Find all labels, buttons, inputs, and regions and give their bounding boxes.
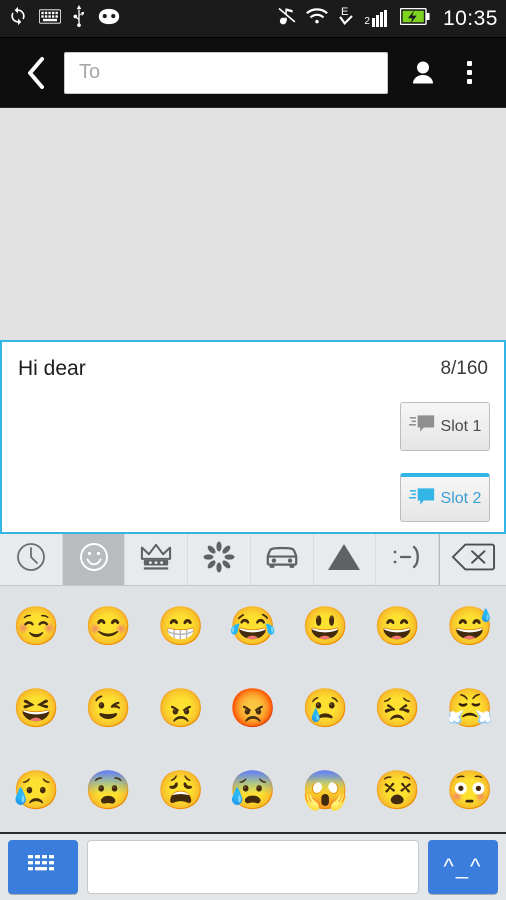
emoji-glyph: 😆 xyxy=(12,688,60,730)
status-bar-right-icons: E 2 10:35 xyxy=(277,5,498,32)
emoji-glyph: 😱 xyxy=(301,770,349,812)
emoji-key-blush[interactable]: 😊 xyxy=(72,586,144,668)
space-key[interactable] xyxy=(87,840,419,894)
emoji-glyph: 😡 xyxy=(229,688,277,730)
emoji-tab-emoticons[interactable] xyxy=(376,534,440,585)
emoji-tab-symbols[interactable] xyxy=(314,534,377,585)
action-bar: To xyxy=(0,38,506,108)
emoji-tab-nature[interactable] xyxy=(188,534,251,585)
wifi-icon xyxy=(305,7,329,30)
emoji-key-disappointed-relieved[interactable]: 😥 xyxy=(0,750,72,832)
usb-icon xyxy=(72,5,86,32)
emoji-key-scream[interactable]: 😱 xyxy=(289,750,361,832)
overflow-menu-icon xyxy=(466,61,472,84)
battery-charging-icon xyxy=(399,7,430,30)
emoji-glyph: 😨 xyxy=(84,770,133,812)
keyboard-bottom-bar: ^_^ xyxy=(0,832,506,900)
emoji-category-bar xyxy=(0,534,506,586)
emoji-key-dizzy-face[interactable]: 😵 xyxy=(361,750,433,832)
emoji-glyph: 😰 xyxy=(229,770,277,812)
emoji-glyph: 😅 xyxy=(446,606,494,648)
emoji-key-joy[interactable]: 😂 xyxy=(217,586,289,668)
back-button[interactable] xyxy=(14,51,58,95)
emoji-key-rage[interactable]: 😡 xyxy=(217,668,289,750)
status-bar-left-icons xyxy=(8,5,121,32)
sync-icon xyxy=(8,6,28,31)
backspace-key[interactable] xyxy=(440,534,506,585)
emoji-tab-recent[interactable] xyxy=(0,534,63,585)
edge-network-icon: E xyxy=(338,5,355,32)
contacts-button[interactable] xyxy=(400,50,446,96)
compose-area[interactable]: Hi dear 8/160 Slot 1 Slot 2 xyxy=(0,340,506,534)
switch-to-keyboard-button[interactable] xyxy=(8,840,78,894)
emoji-key-wink[interactable]: 😉 xyxy=(72,668,144,750)
backspace-icon xyxy=(451,542,496,577)
crown-icon xyxy=(139,542,173,577)
emoji-tab-smileys[interactable] xyxy=(62,534,126,585)
emoji-tab-travel[interactable] xyxy=(251,534,314,585)
emoji-glyph: 😵 xyxy=(373,770,422,812)
emoji-glyph: 😥 xyxy=(12,770,60,812)
emoji-key-cold-sweat[interactable]: 😰 xyxy=(217,750,289,832)
sim2-bubble-icon xyxy=(408,487,435,512)
emoji-key-relaxed[interactable]: ☺️ xyxy=(0,586,72,668)
emoji-key-smiley[interactable]: 😃 xyxy=(289,586,361,668)
status-bar: E 2 10:35 xyxy=(0,0,506,38)
emoji-key-sweat-smile[interactable]: 😅 xyxy=(434,586,506,668)
emoji-glyph: 😂 xyxy=(229,606,277,648)
emoji-key-triumph[interactable]: 😤 xyxy=(434,668,506,750)
sim1-bubble-icon xyxy=(408,414,435,439)
emoji-glyph: ☺️ xyxy=(12,606,60,648)
emoji-glyph: 😤 xyxy=(446,688,494,730)
emoji-key-smile[interactable]: 😄 xyxy=(361,586,433,668)
send-slot-1-label: Slot 1 xyxy=(440,417,482,435)
phone-screen: E 2 10:35 To Hi dear 8/160 Slot 1 Slot 2… xyxy=(0,0,506,900)
keyboard-icon xyxy=(39,8,61,29)
send-slot-2-label: Slot 2 xyxy=(440,490,482,507)
signal-sim-label: 2 xyxy=(364,16,370,27)
message-input[interactable]: Hi dear xyxy=(18,356,488,382)
recipient-input[interactable]: To xyxy=(64,51,388,94)
emoji-key-fearful[interactable]: 😨 xyxy=(72,750,144,832)
flower-icon xyxy=(203,541,235,578)
emoticon-icon xyxy=(390,542,424,577)
android-face-icon xyxy=(97,8,121,30)
kaomoji-button[interactable]: ^_^ xyxy=(428,840,498,894)
signal-bars-icon: 2 xyxy=(364,10,391,27)
emoji-glyph: 😁 xyxy=(157,606,205,648)
emoji-key-weary[interactable]: 😩 xyxy=(145,750,217,832)
emoji-glyph: 😣 xyxy=(373,688,422,730)
emoji-key-grin[interactable]: 😁 xyxy=(145,586,217,668)
emoji-key-laughing[interactable]: 😆 xyxy=(0,668,72,750)
overflow-menu-button[interactable] xyxy=(446,50,492,96)
emoji-key-cry[interactable]: 😢 xyxy=(289,668,361,750)
emoji-glyph: 😃 xyxy=(301,606,349,648)
svg-text:E: E xyxy=(341,6,348,18)
emoji-key-persevere[interactable]: 😣 xyxy=(361,668,433,750)
kaomoji-label: ^_^ xyxy=(443,854,483,879)
keyboard-icon xyxy=(26,853,60,881)
clock-icon xyxy=(15,541,47,578)
triangle-icon xyxy=(327,542,361,577)
send-slot-1-button[interactable]: Slot 1 xyxy=(400,402,490,451)
status-bar-clock: 10:35 xyxy=(442,6,498,30)
emoji-glyph: 😄 xyxy=(373,606,422,648)
mute-icon xyxy=(277,6,296,31)
car-icon xyxy=(264,544,300,575)
emoji-key-flushed[interactable]: 😳 xyxy=(434,750,506,832)
emoji-glyph: 😠 xyxy=(157,688,205,730)
recipient-placeholder: To xyxy=(79,61,101,83)
conversation-area xyxy=(0,108,506,340)
emoji-glyph: 😳 xyxy=(446,770,494,812)
send-slot-2-button[interactable]: Slot 2 xyxy=(400,473,490,522)
character-counter: 8/160 xyxy=(440,358,488,379)
emoji-key-angry[interactable]: 😠 xyxy=(145,668,217,750)
emoji-glyph: 😩 xyxy=(157,770,205,812)
emoji-grid: ☺️ 😊 😁 😂 😃 😄 😅 😆 😉 😠 😡 😢 😣 😤 😥 😨 😩 😰 😱 😵 😳 xyxy=(0,586,506,832)
emoji-glyph: 😢 xyxy=(301,688,349,730)
emoji-tab-objects[interactable] xyxy=(125,534,189,585)
smiley-icon xyxy=(78,541,110,578)
emoji-glyph: 😊 xyxy=(84,606,133,648)
emoji-glyph: 😉 xyxy=(84,688,133,730)
